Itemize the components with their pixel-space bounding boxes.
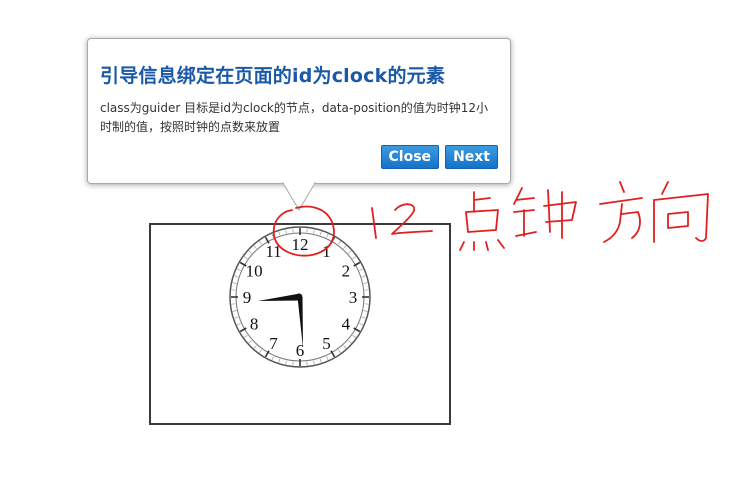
guider-title: 引导信息绑定在页面的id为clock的元素 xyxy=(100,65,446,87)
annotation-handwriting-zhong xyxy=(513,187,577,239)
guider-description: class为guider 目标是id为clock的节点，data-positio… xyxy=(100,101,489,134)
annotation-handwriting-dian xyxy=(459,191,505,251)
page-stage: 引导信息绑定在页面的id为clock的元素 class为guider 目标是id… xyxy=(0,0,730,491)
next-button[interactable]: Next xyxy=(445,145,498,169)
guider-tooltip: 引导信息绑定在页面的id为clock的元素 class为guider 目标是id… xyxy=(87,38,511,184)
guider-arrow-pointer xyxy=(282,182,316,211)
guider-button-group: Close Next xyxy=(380,145,498,169)
annotation-handwriting-xiang xyxy=(653,181,709,243)
close-button[interactable]: Close xyxy=(380,145,440,169)
annotation-handwriting-fang xyxy=(599,181,643,243)
clock-container xyxy=(149,223,451,425)
